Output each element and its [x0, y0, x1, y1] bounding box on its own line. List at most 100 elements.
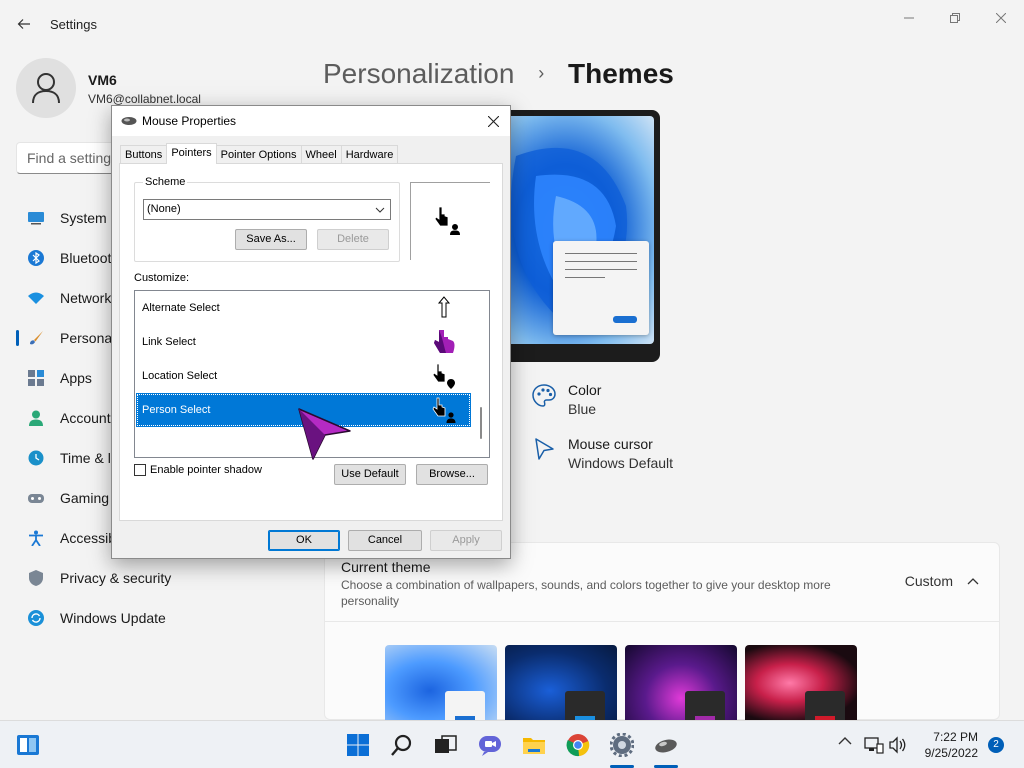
close-icon	[487, 115, 499, 127]
color-label: Color	[568, 382, 602, 398]
bluetooth-icon	[28, 250, 44, 266]
sidebar-item-label: Accounts	[60, 410, 118, 426]
network-icon[interactable]	[864, 735, 884, 755]
theme-thumbnail-windows-dark[interactable]	[505, 645, 617, 721]
palette-icon	[532, 384, 556, 407]
mouse-cursor-setting[interactable]: Mouse cursor Windows Default	[530, 436, 673, 471]
enable-pointer-shadow-checkbox[interactable]: Enable pointer shadow	[134, 464, 262, 476]
scrollbar-thumb[interactable]	[480, 407, 482, 439]
sidebar-item-label: Gaming	[60, 490, 110, 506]
use-default-button[interactable]: Use Default	[334, 464, 406, 485]
preview-window	[553, 241, 649, 335]
thumbnail-window	[805, 691, 845, 721]
app-title: Settings	[50, 17, 97, 32]
personalization-icon	[30, 331, 43, 345]
volume-icon[interactable]	[888, 735, 908, 755]
cursor-name: Link Select	[142, 336, 196, 348]
dialog-tabs: Buttons Pointers Pointer Options Wheel H…	[120, 143, 399, 164]
list-item[interactable]: Alternate Select	[136, 291, 471, 325]
mouse-pointer-icon	[298, 408, 351, 460]
browse-button[interactable]: Browse...	[416, 464, 488, 485]
breadcrumb: Personalization › Themes	[323, 58, 674, 90]
dialog-title-bar: Mouse Properties	[112, 106, 510, 136]
chrome-icon[interactable]	[566, 733, 590, 757]
scheme-dropdown[interactable]: (None)	[143, 199, 391, 220]
notification-badge[interactable]: 2	[988, 737, 1004, 753]
color-setting[interactable]: Color Blue	[530, 382, 601, 417]
widgets-icon[interactable]	[16, 733, 40, 757]
minimize-button[interactable]	[886, 6, 932, 30]
preview-line	[565, 253, 637, 254]
start-icon[interactable]	[346, 733, 370, 757]
cancel-button[interactable]: Cancel	[348, 530, 422, 551]
network-icon	[28, 292, 44, 304]
close-button[interactable]	[978, 6, 1024, 30]
maximize-button[interactable]	[932, 6, 978, 30]
title-bar: Settings	[0, 0, 1024, 48]
apps-icon	[28, 370, 44, 386]
preview-line	[565, 261, 637, 262]
restore-icon	[950, 13, 960, 23]
ok-button[interactable]: OK	[268, 530, 340, 551]
breadcrumb-parent[interactable]: Personalization	[323, 58, 514, 89]
current-theme-value: Custom	[904, 573, 953, 589]
sidebar-item-label: Apps	[60, 370, 92, 386]
current-theme-description: Choose a combination of wallpapers, soun…	[341, 578, 831, 608]
sidebar-item-windows-update[interactable]: Windows Update	[16, 598, 296, 638]
apply-button[interactable]: Apply	[430, 530, 502, 551]
mouse-properties-icon[interactable]	[654, 733, 678, 757]
checkbox-label: Enable pointer shadow	[150, 464, 262, 476]
clock[interactable]: 7:22 PM 9/25/2022	[918, 729, 978, 761]
sidebar-item-label: Windows Update	[60, 610, 166, 626]
file-explorer-icon[interactable]	[522, 733, 546, 757]
mouse-cursor-label: Mouse cursor	[568, 436, 653, 452]
teams-chat-icon[interactable]	[478, 733, 502, 757]
thumbnail-window	[565, 691, 605, 721]
list-scrollbar[interactable]	[472, 291, 489, 457]
checkbox-box[interactable]	[134, 464, 146, 476]
chevron-up-icon[interactable]	[838, 736, 852, 746]
dialog-title: Mouse Properties	[142, 114, 237, 128]
current-theme-panel[interactable]: Current theme Choose a combination of wa…	[324, 542, 1000, 721]
settings-gear-icon[interactable]	[610, 733, 634, 757]
tab-pointers[interactable]: Pointers	[166, 143, 217, 164]
page-title: Themes	[568, 58, 674, 89]
theme-thumbnail-windows-light[interactable]	[385, 645, 497, 721]
tab-buttons[interactable]: Buttons	[120, 145, 168, 164]
tab-pointer-options[interactable]: Pointer Options	[215, 145, 302, 164]
user-profile[interactable]: VM6 VM6@collabnet.local	[16, 58, 201, 118]
list-item[interactable]: Location Select	[136, 359, 471, 393]
current-theme-title: Current theme	[341, 559, 431, 575]
scheme-label: Scheme	[143, 176, 188, 188]
tab-wheel[interactable]: Wheel	[300, 145, 342, 164]
current-theme-toggle[interactable]: Custom	[905, 573, 979, 589]
theme-thumbnail-captured-motion[interactable]	[745, 645, 857, 721]
sidebar-item-privacy[interactable]: Privacy & security	[16, 558, 296, 598]
task-view-icon[interactable]	[434, 733, 458, 757]
dialog-close-button[interactable]	[482, 110, 504, 132]
pointers-tab-panel: Scheme (None) Save As... Delete Customiz…	[119, 163, 503, 521]
divider	[325, 621, 999, 622]
preview-line	[565, 269, 637, 270]
time-icon	[28, 450, 44, 466]
mouse-properties-dialog: Mouse Properties Buttons Pointers Pointe…	[111, 105, 511, 559]
theme-thumbnail-glow[interactable]	[625, 645, 737, 721]
location-select-cursor-icon	[432, 363, 455, 389]
cursor-name: Alternate Select	[142, 302, 220, 314]
user-name: VM6	[88, 72, 117, 88]
list-item[interactable]: Link Select	[136, 325, 471, 359]
avatar	[16, 58, 76, 118]
preview-line	[565, 277, 605, 278]
delete-button[interactable]: Delete	[317, 229, 389, 250]
user-email: VM6@collabnet.local	[88, 92, 201, 106]
search-icon[interactable]	[390, 733, 414, 757]
update-icon	[28, 610, 44, 626]
tab-hardware[interactable]: Hardware	[340, 145, 399, 164]
accounts-icon	[29, 410, 43, 426]
breadcrumb-separator: ›	[538, 63, 545, 83]
back-button[interactable]	[12, 12, 36, 36]
taskbar: 7:22 PM 9/25/2022 2	[0, 720, 1024, 768]
link-select-cursor-icon	[434, 330, 455, 353]
preview-button	[613, 316, 637, 323]
save-as-button[interactable]: Save As...	[235, 229, 307, 250]
